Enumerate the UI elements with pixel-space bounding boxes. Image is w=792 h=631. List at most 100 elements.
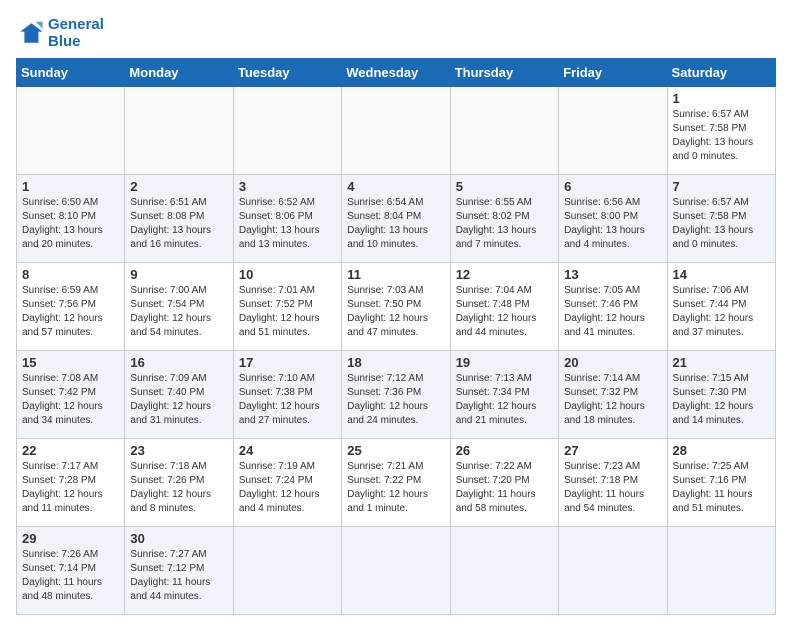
day-info: Sunrise: 7:12 AMSunset: 7:36 PMDaylight:… [347, 373, 428, 426]
col-header-saturday: Saturday [667, 59, 775, 87]
day-number: 17 [239, 355, 336, 370]
calendar-cell [667, 527, 775, 615]
day-info: Sunrise: 7:04 AMSunset: 7:48 PMDaylight:… [456, 285, 537, 338]
day-info: Sunrise: 7:23 AMSunset: 7:18 PMDaylight:… [564, 461, 644, 514]
calendar-cell: 14 Sunrise: 7:06 AMSunset: 7:44 PMDaylig… [667, 263, 775, 351]
calendar-cell [342, 87, 450, 175]
day-info: Sunrise: 7:09 AMSunset: 7:40 PMDaylight:… [130, 373, 211, 426]
col-header-thursday: Thursday [450, 59, 558, 87]
logo-text: General Blue [48, 16, 104, 50]
day-info: Sunrise: 7:00 AMSunset: 7:54 PMDaylight:… [130, 285, 211, 338]
calendar-cell [125, 87, 233, 175]
day-number: 16 [130, 355, 227, 370]
calendar-cell: 12 Sunrise: 7:04 AMSunset: 7:48 PMDaylig… [450, 263, 558, 351]
day-info: Sunrise: 6:56 AMSunset: 8:00 PMDaylight:… [564, 197, 645, 250]
day-number: 23 [130, 443, 227, 458]
calendar-cell: 5 Sunrise: 6:55 AMSunset: 8:02 PMDayligh… [450, 175, 558, 263]
day-info: Sunrise: 7:03 AMSunset: 7:50 PMDaylight:… [347, 285, 428, 338]
day-info: Sunrise: 7:10 AMSunset: 7:38 PMDaylight:… [239, 373, 320, 426]
day-number: 12 [456, 267, 553, 282]
col-header-tuesday: Tuesday [233, 59, 341, 87]
calendar-cell: 18 Sunrise: 7:12 AMSunset: 7:36 PMDaylig… [342, 351, 450, 439]
calendar-cell: 3 Sunrise: 6:52 AMSunset: 8:06 PMDayligh… [233, 175, 341, 263]
day-info: Sunrise: 6:57 AMSunset: 7:58 PMDaylight:… [673, 109, 754, 162]
calendar-table: SundayMondayTuesdayWednesdayThursdayFrid… [16, 58, 776, 615]
calendar-cell: 2 Sunrise: 6:51 AMSunset: 8:08 PMDayligh… [125, 175, 233, 263]
day-number: 5 [456, 179, 553, 194]
calendar-cell [233, 527, 341, 615]
calendar-cell [450, 87, 558, 175]
calendar-cell: 20 Sunrise: 7:14 AMSunset: 7:32 PMDaylig… [559, 351, 667, 439]
logo: General Blue [16, 16, 104, 50]
week-row: 1 Sunrise: 6:50 AMSunset: 8:10 PMDayligh… [17, 175, 776, 263]
day-number: 9 [130, 267, 227, 282]
day-info: Sunrise: 7:14 AMSunset: 7:32 PMDaylight:… [564, 373, 645, 426]
day-number: 6 [564, 179, 661, 194]
calendar-cell: 1 Sunrise: 6:57 AMSunset: 7:58 PMDayligh… [667, 87, 775, 175]
day-number: 8 [22, 267, 119, 282]
calendar-cell: 8 Sunrise: 6:59 AMSunset: 7:56 PMDayligh… [17, 263, 125, 351]
calendar-cell [233, 87, 341, 175]
calendar-cell: 7 Sunrise: 6:57 AMSunset: 7:58 PMDayligh… [667, 175, 775, 263]
day-number: 18 [347, 355, 444, 370]
day-number: 25 [347, 443, 444, 458]
calendar-cell [559, 87, 667, 175]
calendar-cell: 1 Sunrise: 6:50 AMSunset: 8:10 PMDayligh… [17, 175, 125, 263]
calendar-cell [450, 527, 558, 615]
day-info: Sunrise: 6:57 AMSunset: 7:58 PMDaylight:… [673, 197, 754, 250]
calendar-cell: 4 Sunrise: 6:54 AMSunset: 8:04 PMDayligh… [342, 175, 450, 263]
day-number: 7 [673, 179, 770, 194]
day-number: 28 [673, 443, 770, 458]
calendar-cell: 27 Sunrise: 7:23 AMSunset: 7:18 PMDaylig… [559, 439, 667, 527]
calendar-cell: 9 Sunrise: 7:00 AMSunset: 7:54 PMDayligh… [125, 263, 233, 351]
day-number: 10 [239, 267, 336, 282]
day-info: Sunrise: 6:55 AMSunset: 8:02 PMDaylight:… [456, 197, 537, 250]
day-info: Sunrise: 7:26 AMSunset: 7:14 PMDaylight:… [22, 549, 102, 602]
day-number: 26 [456, 443, 553, 458]
day-number: 22 [22, 443, 119, 458]
calendar-cell: 17 Sunrise: 7:10 AMSunset: 7:38 PMDaylig… [233, 351, 341, 439]
day-number: 21 [673, 355, 770, 370]
day-info: Sunrise: 7:15 AMSunset: 7:30 PMDaylight:… [673, 373, 754, 426]
day-info: Sunrise: 7:08 AMSunset: 7:42 PMDaylight:… [22, 373, 103, 426]
day-info: Sunrise: 6:50 AMSunset: 8:10 PMDaylight:… [22, 197, 103, 250]
calendar-cell: 30 Sunrise: 7:27 AMSunset: 7:12 PMDaylig… [125, 527, 233, 615]
week-row: 22 Sunrise: 7:17 AMSunset: 7:28 PMDaylig… [17, 439, 776, 527]
day-number: 13 [564, 267, 661, 282]
day-info: Sunrise: 7:19 AMSunset: 7:24 PMDaylight:… [239, 461, 320, 514]
calendar-cell: 29 Sunrise: 7:26 AMSunset: 7:14 PMDaylig… [17, 527, 125, 615]
col-header-sunday: Sunday [17, 59, 125, 87]
calendar-cell: 21 Sunrise: 7:15 AMSunset: 7:30 PMDaylig… [667, 351, 775, 439]
day-info: Sunrise: 7:13 AMSunset: 7:34 PMDaylight:… [456, 373, 537, 426]
calendar-cell: 16 Sunrise: 7:09 AMSunset: 7:40 PMDaylig… [125, 351, 233, 439]
day-info: Sunrise: 7:27 AMSunset: 7:12 PMDaylight:… [130, 549, 210, 602]
day-number: 27 [564, 443, 661, 458]
day-number: 19 [456, 355, 553, 370]
day-info: Sunrise: 7:06 AMSunset: 7:44 PMDaylight:… [673, 285, 754, 338]
calendar-cell: 13 Sunrise: 7:05 AMSunset: 7:46 PMDaylig… [559, 263, 667, 351]
day-info: Sunrise: 7:01 AMSunset: 7:52 PMDaylight:… [239, 285, 320, 338]
day-info: Sunrise: 7:22 AMSunset: 7:20 PMDaylight:… [456, 461, 536, 514]
calendar-cell [342, 527, 450, 615]
day-info: Sunrise: 7:17 AMSunset: 7:28 PMDaylight:… [22, 461, 103, 514]
calendar-cell: 24 Sunrise: 7:19 AMSunset: 7:24 PMDaylig… [233, 439, 341, 527]
page-header: General Blue [16, 16, 776, 50]
day-number: 29 [22, 531, 119, 546]
day-number: 15 [22, 355, 119, 370]
calendar-cell: 25 Sunrise: 7:21 AMSunset: 7:22 PMDaylig… [342, 439, 450, 527]
calendar-cell: 23 Sunrise: 7:18 AMSunset: 7:26 PMDaylig… [125, 439, 233, 527]
col-header-wednesday: Wednesday [342, 59, 450, 87]
calendar-cell: 11 Sunrise: 7:03 AMSunset: 7:50 PMDaylig… [342, 263, 450, 351]
day-number: 11 [347, 267, 444, 282]
day-info: Sunrise: 6:59 AMSunset: 7:56 PMDaylight:… [22, 285, 103, 338]
day-number: 3 [239, 179, 336, 194]
calendar-cell: 26 Sunrise: 7:22 AMSunset: 7:20 PMDaylig… [450, 439, 558, 527]
day-info: Sunrise: 7:21 AMSunset: 7:22 PMDaylight:… [347, 461, 428, 514]
week-row: 15 Sunrise: 7:08 AMSunset: 7:42 PMDaylig… [17, 351, 776, 439]
week-row: 1 Sunrise: 6:57 AMSunset: 7:58 PMDayligh… [17, 87, 776, 175]
day-number: 24 [239, 443, 336, 458]
day-number: 2 [130, 179, 227, 194]
calendar-cell [559, 527, 667, 615]
day-number: 1 [673, 91, 770, 106]
day-number: 4 [347, 179, 444, 194]
